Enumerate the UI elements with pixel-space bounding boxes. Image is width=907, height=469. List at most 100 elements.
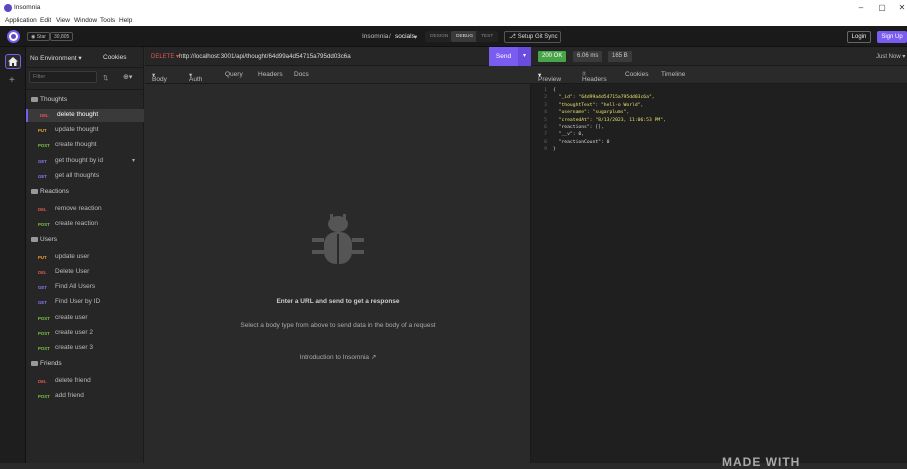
tab-preview[interactable]: Preview ▾	[538, 71, 561, 83]
code-text: "reactions": [],	[553, 125, 604, 131]
environment-row: No Environment ▾ Cookies	[26, 47, 144, 68]
request-label: update user	[55, 253, 90, 260]
request-item[interactable]: POST create reaction	[26, 218, 144, 231]
request-item[interactable]: GET get thought by id ▾	[26, 155, 144, 168]
history-dropdown[interactable]: Just Now ▾	[876, 53, 905, 60]
title-bar: Insomnia – ▢ ✕	[0, 0, 907, 17]
home-button[interactable]	[5, 54, 21, 69]
request-item[interactable]: POST create user	[26, 312, 144, 325]
menu-application[interactable]: Application	[5, 17, 37, 24]
sort-icon[interactable]: ⇅	[103, 74, 108, 82]
tab-response-headers[interactable]: Headers 7	[582, 71, 607, 83]
request-item[interactable]: DEL delete thought	[26, 109, 144, 122]
line-number: 5	[544, 117, 547, 123]
add-project-icon[interactable]: +	[9, 75, 15, 86]
method-badge: DEL	[38, 207, 47, 212]
method-selector[interactable]: DELETE ▾	[151, 53, 179, 60]
menu-view[interactable]: View	[56, 17, 70, 24]
method-badge: PUT	[38, 255, 47, 260]
send-button[interactable]: Send	[489, 47, 518, 66]
chevron-down-icon[interactable]: ▾	[414, 33, 417, 41]
request-label: get all thoughts	[55, 172, 100, 179]
close-window-button[interactable]: ✕	[896, 3, 907, 12]
code-line: 5 "createdAt": "8/13/2023, 11:06:53 PM",	[537, 117, 666, 124]
menu-help[interactable]: Help	[119, 17, 132, 24]
method-badge: POST	[38, 143, 50, 148]
request-label: create user 2	[55, 329, 93, 336]
request-item[interactable]: PUT update thought	[26, 124, 144, 137]
github-star-button[interactable]: ◉ Star	[27, 32, 50, 41]
tab-docs[interactable]: Docs	[294, 71, 309, 78]
request-label: add friend	[55, 392, 84, 399]
introduction-link[interactable]: Introduction to Insomnia ↗	[145, 353, 531, 361]
maximize-button[interactable]: ▢	[876, 3, 888, 12]
request-label: delete thought	[57, 111, 99, 118]
login-button[interactable]: Login	[847, 31, 871, 43]
code-line: 6 "reactions": [],	[537, 124, 666, 131]
response-tabs: Preview ▾ Headers 7 Cookies Timeline	[531, 66, 907, 84]
request-label: remove reaction	[55, 205, 102, 212]
request-label: get thought by id	[55, 157, 104, 164]
sidebar: No Environment ▾ Cookies ⇅ ⊕▾ Thoughts DE…	[26, 47, 144, 463]
environment-selector[interactable]: No Environment ▾	[30, 54, 82, 62]
breadcrumb-root[interactable]: Insomnia	[362, 33, 388, 40]
code-text: "thoughtText": "hell-o World",	[553, 102, 644, 108]
tab-debug[interactable]: DEBUG	[451, 31, 479, 42]
cookies-button[interactable]: Cookies	[103, 54, 126, 61]
minimize-button[interactable]: –	[855, 3, 867, 12]
request-item[interactable]: POST create user 2	[26, 327, 144, 340]
top-bar: ◉ Star 30,805 Insomnia / socials ▾ DESIG…	[0, 26, 907, 47]
url-input[interactable]: http://localhost:3001/api/thought/64d99a…	[179, 53, 351, 60]
request-label: Delete User	[55, 268, 90, 275]
send-options-chevron-icon[interactable]: ▾	[518, 47, 531, 66]
add-item-icon[interactable]: ⊕▾	[123, 73, 132, 81]
item-menu-chevron-icon[interactable]: ▾	[132, 157, 135, 164]
tab-response-cookies[interactable]: Cookies	[625, 71, 648, 78]
tab-design[interactable]: DESIGN	[425, 31, 454, 42]
request-item[interactable]: POST add friend	[26, 390, 144, 403]
tab-auth[interactable]: Auth ▾	[189, 71, 202, 83]
request-item[interactable]: DEL remove reaction	[26, 203, 144, 216]
menu-window[interactable]: Window	[74, 17, 97, 24]
code-line: 2 "_id": "64d99a4d54715a795dd03c6a",	[537, 94, 666, 101]
request-item[interactable]: GET Find User by ID	[26, 296, 144, 309]
folder-users[interactable]: Users	[26, 234, 144, 248]
request-label: delete friend	[55, 377, 91, 384]
request-body-panel: Enter a URL and send to get a response S…	[145, 84, 531, 463]
code-line: 7 "__v": 0,	[537, 131, 666, 138]
request-item[interactable]: POST create thought	[26, 139, 144, 152]
request-item[interactable]: GET get all thoughts	[26, 170, 144, 183]
menu-bar: Application Edit View Window Tools Help	[0, 16, 907, 26]
folder-friends[interactable]: Friends	[26, 358, 144, 372]
folder-icon	[31, 361, 38, 366]
line-number: 9	[544, 147, 547, 153]
code-text: "__v": 0,	[553, 132, 585, 138]
tab-body[interactable]: Body ▾	[152, 71, 167, 83]
filter-input[interactable]	[29, 71, 97, 83]
request-tabs: Body ▾ Auth ▾ Query Headers Docs	[145, 66, 531, 84]
menu-tools[interactable]: Tools	[100, 17, 115, 24]
window-title: Insomnia	[14, 4, 41, 11]
folder-thoughts[interactable]: Thoughts	[26, 94, 144, 108]
status-badge: 200 OK	[538, 51, 567, 62]
request-item[interactable]: DEL Delete User	[26, 266, 144, 279]
folder-reactions[interactable]: Reactions	[26, 186, 144, 200]
menu-edit[interactable]: Edit	[40, 17, 51, 24]
request-item[interactable]: DEL delete friend	[26, 375, 144, 388]
request-item[interactable]: PUT update user	[26, 251, 144, 264]
code-text: "reactionCount": 0	[553, 139, 610, 145]
setup-git-sync-button[interactable]: ⎇ Setup Git Sync	[504, 31, 561, 43]
insomnia-logo-icon[interactable]	[7, 30, 20, 43]
url-bar: DELETE ▾ http://localhost:3001/api/thoug…	[145, 47, 531, 66]
signup-button[interactable]: Sign Up	[877, 31, 907, 43]
breadcrumb-separator: /	[389, 33, 391, 40]
breadcrumb-project[interactable]: socials	[395, 33, 415, 40]
tab-headers[interactable]: Headers	[258, 71, 283, 78]
request-item[interactable]: GET Find All Users	[26, 281, 144, 294]
line-number: 1	[544, 88, 547, 93]
tab-timeline[interactable]: Timeline	[661, 71, 685, 78]
tab-test[interactable]: TEST	[476, 31, 499, 42]
request-item[interactable]: POST create user 3	[26, 342, 144, 355]
code-line: 3 "thoughtText": "hell-o World",	[537, 102, 666, 109]
tab-query[interactable]: Query	[225, 71, 243, 78]
